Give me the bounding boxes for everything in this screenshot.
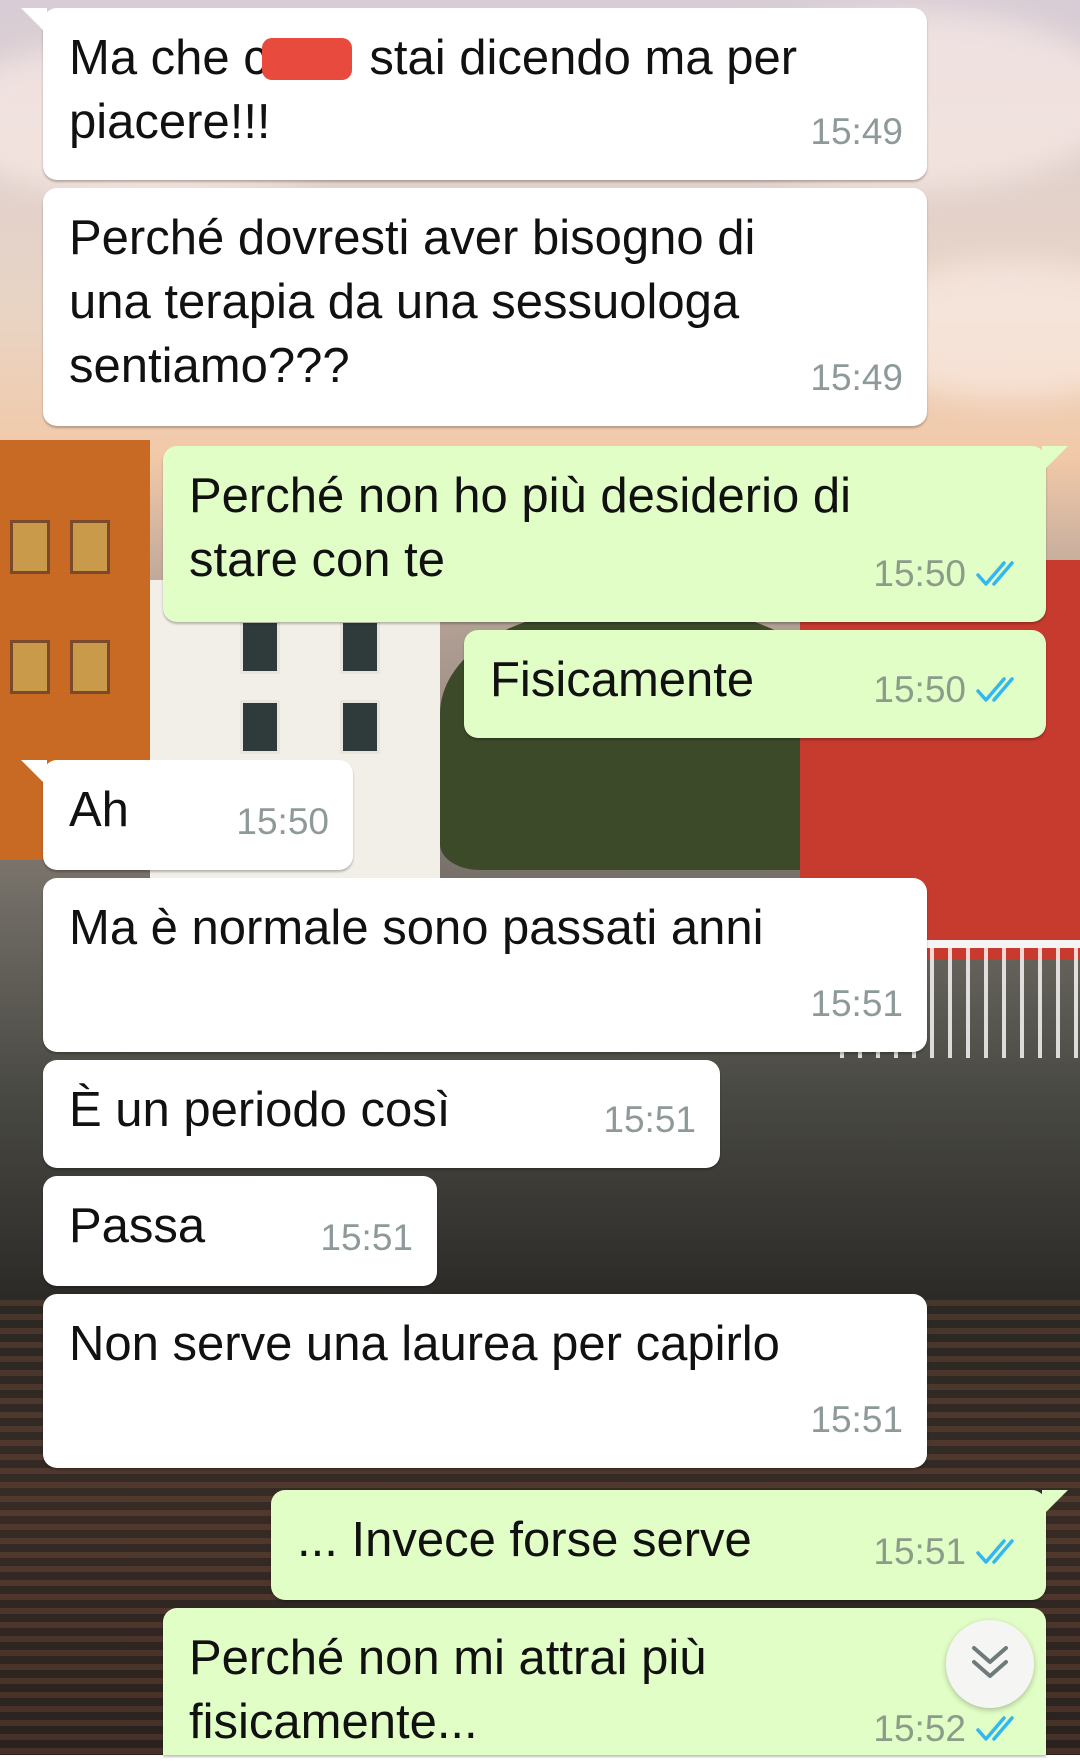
message-time: 15:50 [873, 669, 966, 710]
message-text: Perché dovresti aver bisogno di una tera… [69, 211, 756, 393]
message-time: 15:51 [603, 1099, 696, 1140]
double-check-icon [976, 1538, 1022, 1566]
message-time: 15:50 [873, 553, 966, 594]
message-time: 15:51 [810, 983, 903, 1024]
scroll-to-bottom-button[interactable] [946, 1620, 1034, 1708]
message-bubble-incoming[interactable]: Ma che c stai dicendo ma per piacere!!! … [21, 8, 927, 180]
message-list[interactable]: Ma che c stai dicendo ma per piacere!!! … [0, 0, 1080, 1755]
message-bubble-outgoing[interactable]: ... Invece forse serve 15:51 [271, 1490, 1068, 1600]
redaction-mark [261, 38, 352, 80]
chevron-double-down-icon [968, 1642, 1012, 1687]
double-check-icon [976, 676, 1022, 704]
message-bubble-incoming[interactable]: Passa 15:51 [43, 1176, 437, 1286]
message-bubble-incoming[interactable]: Non serve una laurea per capirlo 15:51 [43, 1294, 927, 1468]
message-bubble-outgoing[interactable]: Perché non mi attrai più fisicamente... … [163, 1608, 1046, 1755]
message-bubble-incoming[interactable]: Ah 15:50 [21, 760, 353, 870]
message-time: 15:50 [236, 801, 329, 842]
message-bubble-incoming[interactable]: Perché dovresti aver bisogno di una tera… [43, 188, 927, 426]
message-bubble-outgoing[interactable]: Fisicamente 15:50 [464, 630, 1046, 738]
message-text: Ma è normale sono passati anni [69, 901, 764, 955]
message-time: 15:49 [810, 357, 903, 398]
double-check-icon [976, 1715, 1022, 1743]
message-text: Ma che c stai dicendo ma per piacere!!! [69, 31, 798, 149]
message-time: 15:52 [873, 1708, 966, 1749]
message-time: 15:51 [810, 1399, 903, 1440]
message-bubble-outgoing[interactable]: Perché non ho più desiderio di stare con… [163, 446, 1068, 622]
message-bubble-incoming[interactable]: Ma è normale sono passati anni 15:51 [43, 878, 927, 1052]
message-time: 15:51 [320, 1217, 413, 1258]
message-time: 15:49 [810, 111, 903, 152]
message-time: 15:51 [873, 1531, 966, 1572]
message-text: Non serve una laurea per capirlo [69, 1317, 780, 1371]
message-bubble-incoming[interactable]: È un periodo così 15:51 [43, 1060, 720, 1168]
message-text: È un periodo così [69, 1083, 451, 1137]
double-check-icon [976, 560, 1022, 588]
